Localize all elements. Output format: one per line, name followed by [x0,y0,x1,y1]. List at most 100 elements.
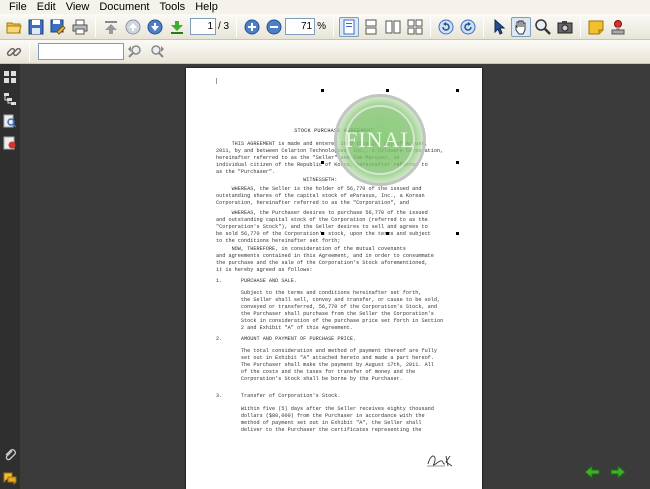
comment-bubbles-icon [3,472,17,485]
stamp-tool-button[interactable] [608,17,628,37]
menu-edit[interactable]: Edit [32,1,61,14]
facing-continuous-icon [407,19,423,34]
toolbar-separator [430,16,432,37]
zoom-in-button[interactable] [242,17,262,37]
menu-tools[interactable]: Tools [155,1,191,14]
arrow-up-circle-icon [125,19,141,34]
sticky-note-icon [588,20,604,34]
find-next-icon [151,44,164,58]
facing-view-button[interactable] [383,17,403,37]
resize-handle[interactable] [386,232,389,235]
attachments-layers-panel-button[interactable] [1,134,19,152]
menu-document[interactable]: Document [94,1,154,14]
toolbar-separator [333,16,335,37]
floppy-disk-icon [28,19,44,34]
toolbar-separator [483,16,485,37]
thumbnails-panel-button[interactable] [1,68,19,86]
zoom-unit-label: % [317,21,327,32]
document-paragraph: Subject to the terms and conditions here… [240,290,444,331]
hand-tool-button[interactable] [511,16,532,37]
resize-handle[interactable] [456,161,459,164]
side-panel [0,64,20,489]
search-document-icon [3,114,17,128]
resize-handle[interactable] [321,232,324,235]
continuous-view-button[interactable] [361,17,381,37]
search-input[interactable] [38,43,124,60]
document-paragraph: WHEREAS, the Purchaser desires to purcha… [216,210,431,244]
hand-icon [515,20,526,34]
rotate-left-button[interactable] [436,17,456,37]
zoom-input[interactable]: 71 [285,18,316,35]
resize-handle[interactable] [321,89,324,92]
save-button[interactable] [26,17,46,37]
menu-file[interactable]: File [4,1,32,14]
save-as-icon [50,19,66,35]
next-page-arrow[interactable] [610,464,626,480]
zoom-in-icon [244,19,260,34]
select-tool-button[interactable] [489,17,509,37]
first-page-icon [105,20,117,34]
secondary-toolbar [0,40,650,64]
stamp-label: FINAL [345,127,415,152]
link-tool-button[interactable] [4,42,24,62]
resize-handle[interactable] [386,89,389,92]
page-total-label: / 3 [218,21,230,32]
rotate-right-button[interactable] [458,17,478,37]
resize-handle[interactable] [456,89,459,92]
open-button[interactable] [4,17,24,37]
magnifier-icon [535,18,551,35]
single-page-view-button[interactable] [339,16,360,37]
document-paragraph: WHEREAS, the Seller is the holder of 56,… [216,186,425,206]
final-stamp-annotation[interactable]: FINAL [334,94,426,186]
previous-page-arrow[interactable] [584,464,600,480]
arrow-down-circle-icon [147,19,163,34]
stamp-inner-ring: FINAL [345,105,415,175]
page-number-input[interactable]: 1 [190,18,216,35]
search-panel-button[interactable] [1,112,19,130]
comments-button[interactable] [1,469,19,487]
find-next-button[interactable] [147,42,167,62]
thumbnails-icon [4,71,16,83]
menu-view[interactable]: View [61,1,95,14]
page-mark [216,78,217,84]
last-page-button[interactable] [167,17,187,37]
bookmarks-panel-button[interactable] [1,90,19,108]
print-button[interactable] [70,17,90,37]
document-paragraph: Within five (5) days after the Seller re… [240,406,434,433]
facing-continuous-view-button[interactable] [405,17,425,37]
document-stamp-icon [3,136,16,150]
camera-icon [557,20,573,33]
paperclip-icon [5,449,16,461]
menu-bar: File Edit View Document Tools Help [0,0,650,14]
section-heading: 3. Transfer of Corporation's Stock. [216,393,341,399]
save-as-button[interactable] [48,17,68,37]
find-previous-button[interactable] [125,42,145,62]
arrow-pointer-icon [494,18,506,35]
single-page-icon [343,19,355,34]
next-page-button[interactable] [145,17,165,37]
document-paragraph: WITNESSETH: [216,177,338,183]
attachments-button[interactable] [1,446,19,464]
toolbar-separator [29,41,30,62]
first-page-button[interactable] [101,17,121,37]
document-viewport[interactable]: STOCK PURCHASE AGREEMENT THIS AGREEMENT … [20,64,650,489]
sticky-note-button[interactable] [586,17,606,37]
resize-handle[interactable] [321,161,324,164]
previous-page-button[interactable] [123,17,143,37]
find-previous-icon [128,44,141,58]
document-page[interactable]: STOCK PURCHASE AGREEMENT THIS AGREEMENT … [186,68,482,489]
resize-handle[interactable] [456,232,459,235]
toolbar-separator [95,16,96,37]
document-paragraph: The total consideration and method of pa… [240,348,438,382]
stamp-icon [611,19,625,34]
continuous-pages-icon [365,19,377,34]
folder-open-icon [6,22,22,33]
zoom-tool-button[interactable] [533,17,553,37]
menu-help[interactable]: Help [190,1,223,14]
chain-link-icon [6,47,22,56]
printer-icon [72,19,88,34]
section-heading: 1. PURCHASE AND SALE. [216,278,297,284]
bookmarks-tree-icon [4,93,16,105]
zoom-out-button[interactable] [264,17,284,37]
snapshot-tool-button[interactable] [555,17,575,37]
